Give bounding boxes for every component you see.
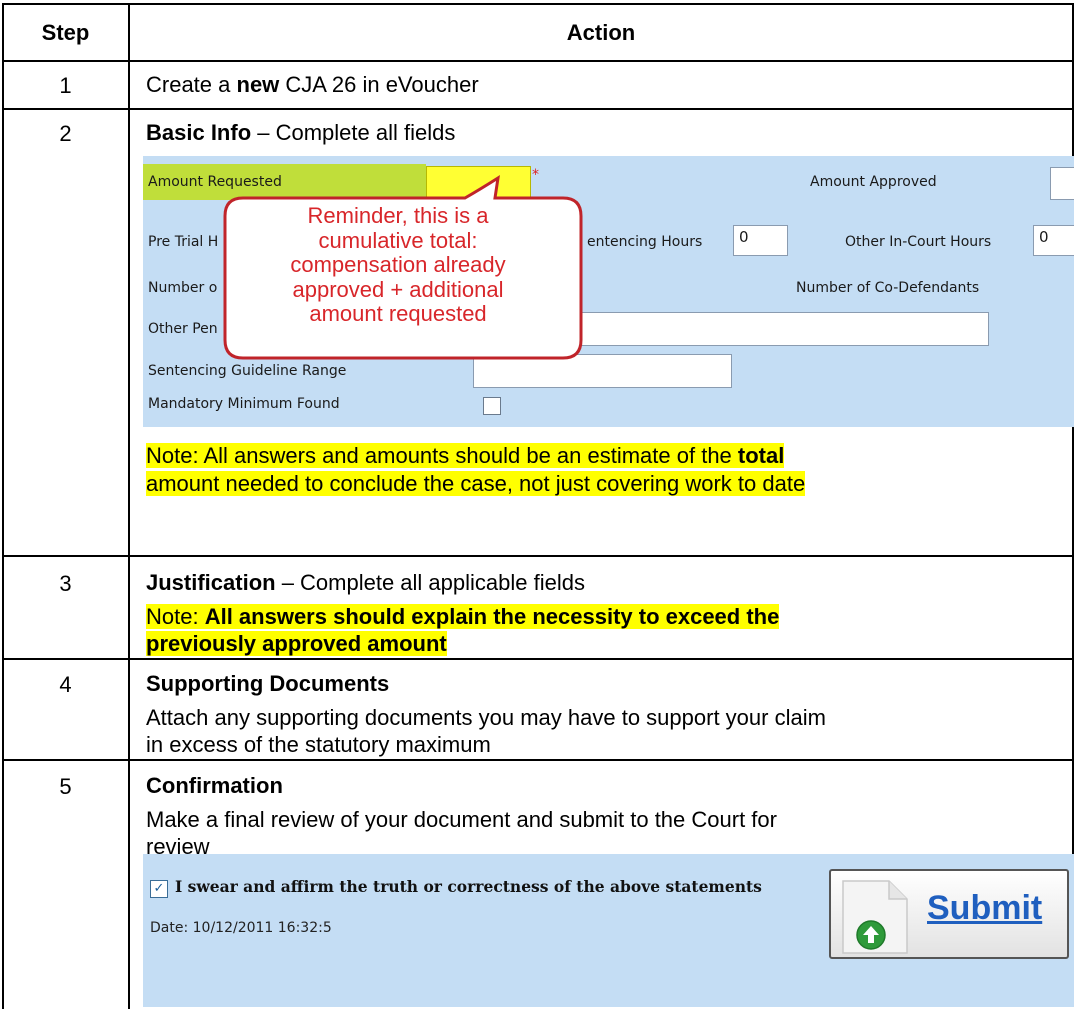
- step-2-note-line-1: Note: All answers and amounts should be …: [146, 443, 785, 468]
- header-action: Action: [566, 20, 636, 45]
- step-3-note-line-2: previously approved amount: [146, 631, 447, 656]
- step-number: 3: [59, 571, 72, 596]
- affirm-checkbox[interactable]: ✓: [150, 880, 168, 898]
- callout-text: Reminder, this is a cumulative total: co…: [229, 203, 567, 327]
- step-number: 2: [59, 121, 72, 146]
- header-step: Step: [41, 20, 90, 45]
- step-3-title: Justification – Complete all applicable …: [146, 570, 585, 595]
- step-1-text: Create a new CJA 26 in eVoucher: [146, 72, 479, 97]
- callout-line: approved + additional: [292, 276, 504, 302]
- table-border-left: [2, 3, 4, 1009]
- column-divider: [128, 3, 130, 1009]
- green-up-arrow-icon: [856, 920, 886, 950]
- step-2-title: Basic Info – Complete all fields: [146, 120, 456, 145]
- step-5-title: Confirmation: [146, 773, 283, 798]
- basic-info-form: Amount Requested * Amount Approved Pre T…: [143, 156, 1074, 427]
- step-5-body-line-1: Make a final review of your document and…: [146, 807, 777, 832]
- callout-line: amount requested: [309, 301, 487, 326]
- submit-button[interactable]: Submit: [829, 869, 1069, 959]
- step-4-body-line-2: in excess of the statutory maximum: [146, 732, 491, 757]
- table-border-right: [1072, 3, 1074, 856]
- step-3-note-line-1: Note: All answers should explain the nec…: [146, 604, 780, 629]
- row-divider: [2, 108, 1074, 110]
- row-divider: [2, 759, 1074, 761]
- callout-line: Reminder, this is a: [307, 203, 489, 228]
- row-divider: [2, 60, 1074, 62]
- step-number: 1: [59, 73, 72, 98]
- check-icon: ✓: [153, 881, 165, 896]
- callout-line: compensation already: [290, 252, 506, 277]
- step-4-title: Supporting Documents: [146, 671, 390, 696]
- step-number: 4: [59, 672, 72, 697]
- confirmation-date: Date: 10/12/2011 16:32:5: [150, 920, 332, 936]
- step-number: 5: [59, 774, 72, 799]
- affirm-statement: I swear and affirm the truth or correctn…: [175, 877, 762, 896]
- row-divider: [2, 658, 1074, 660]
- submit-label: Submit: [927, 889, 1043, 927]
- step-2-note-line-2: amount needed to conclude the case, not …: [146, 471, 806, 496]
- callout-line: cumulative total:: [318, 227, 478, 253]
- row-divider: [2, 555, 1074, 557]
- table-border-top: [2, 3, 1074, 5]
- confirmation-form: ✓ I swear and affirm the truth or correc…: [143, 854, 1074, 1007]
- step-4-body-line-1: Attach any supporting documents you may …: [146, 705, 826, 730]
